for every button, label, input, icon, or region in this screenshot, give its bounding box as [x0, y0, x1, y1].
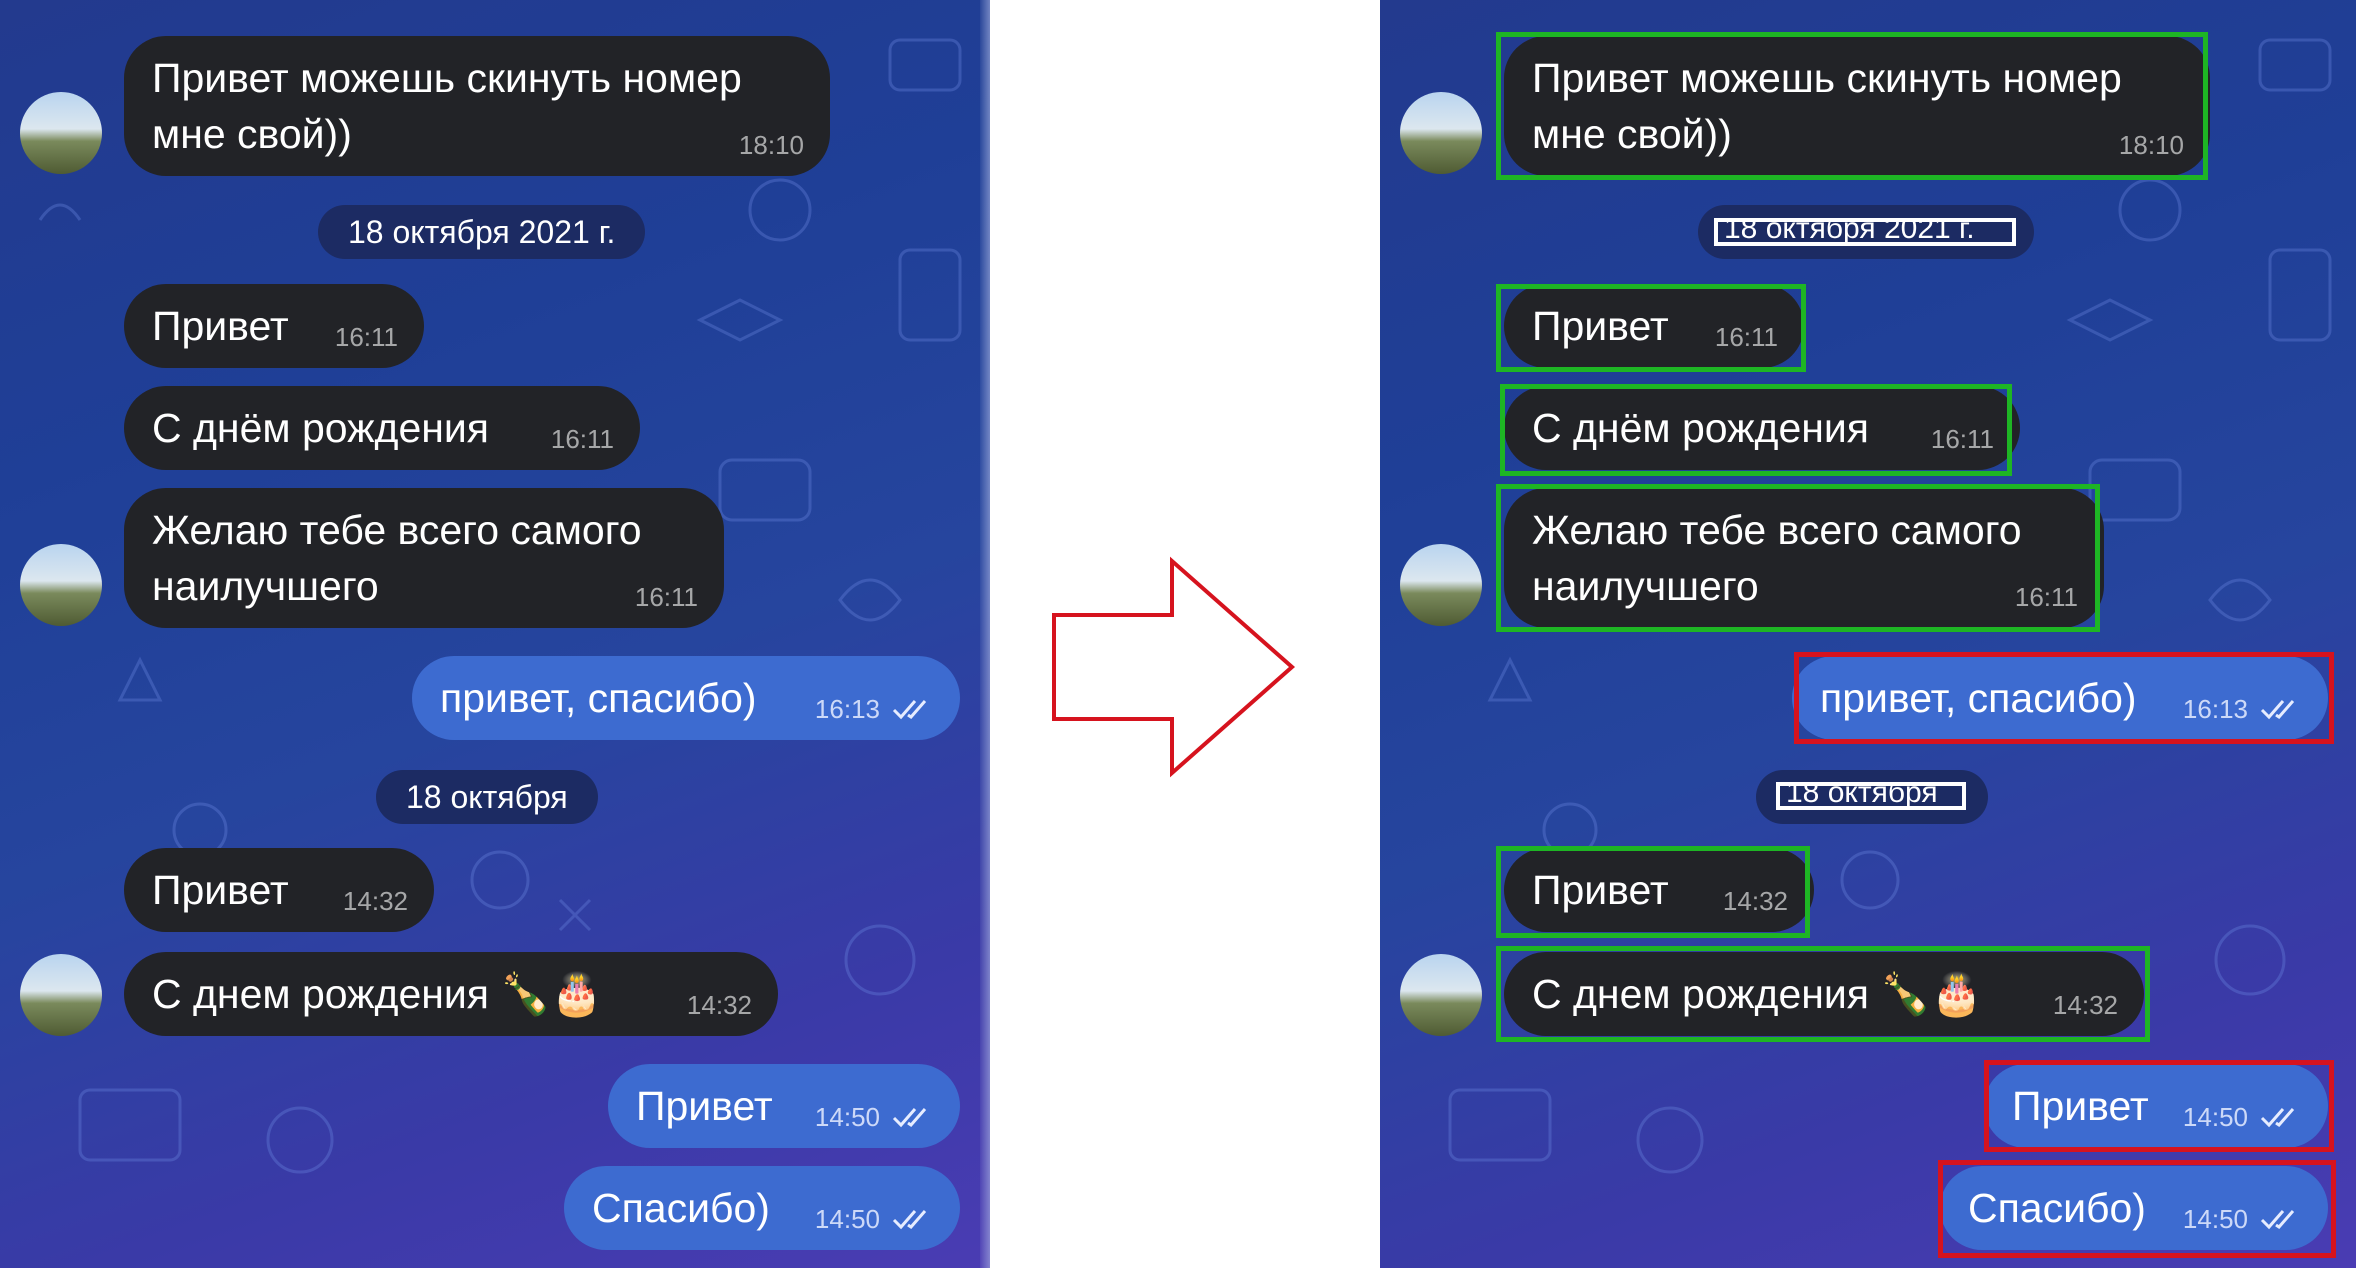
highlight-box-outgoing [1984, 1060, 2334, 1152]
message-text: Привет [636, 1083, 773, 1129]
scrollbar[interactable] [980, 0, 990, 1268]
message-outgoing[interactable]: Привет 14:50 [608, 1064, 960, 1148]
message-incoming[interactable]: Привет 16:11 [124, 284, 424, 368]
message-incoming[interactable]: С днём рождения 16:11 [124, 386, 640, 470]
message-time: 14:50 [814, 1204, 880, 1234]
redacted-date: 18 октября [1776, 782, 1966, 810]
message-text: С днем рождения 🍾🎂 [152, 971, 603, 1017]
highlight-box-incoming [1500, 384, 2012, 476]
message-time: 16:13 [814, 694, 880, 724]
avatar[interactable] [20, 92, 102, 174]
message-time: 14:50 [814, 1102, 880, 1132]
chat-panel-annotated: Привет можешь скинуть номер мне свой)) 1… [1380, 0, 2356, 1268]
avatar[interactable] [1400, 954, 1482, 1036]
message-text: С днём рождения [152, 405, 489, 451]
avatar[interactable] [20, 544, 102, 626]
date-separator: 18 октября 2021 г. [318, 205, 646, 259]
message-time: 16:11 [334, 322, 398, 352]
message-text: Привет можешь скинуть номер мне свой)) [152, 55, 742, 157]
highlight-box-outgoing [1938, 1160, 2336, 1258]
message-text: Желаю тебе всего самого наилучшего [152, 507, 642, 609]
message-text: Привет [152, 303, 289, 349]
redacted-date-text: 18 октября [1786, 782, 1938, 809]
message-incoming[interactable]: Привет можешь скинуть номер мне свой)) 1… [124, 36, 830, 176]
highlight-box-incoming [1496, 484, 2100, 632]
avatar[interactable] [1400, 544, 1482, 626]
message-text: Спасибо) [592, 1185, 770, 1231]
double-check-icon [892, 1108, 927, 1128]
chat-panel-original: Привет можешь скинуть номер мне свой)) 1… [0, 0, 990, 1268]
message-incoming[interactable]: С днем рождения 🍾🎂 14:32 [124, 952, 778, 1036]
message-outgoing[interactable]: привет, спасибо) 16:13 [412, 656, 960, 740]
double-check-icon [892, 700, 927, 720]
right-arrow-icon [1052, 556, 1296, 778]
message-time: 14:32 [342, 886, 408, 916]
highlight-box-incoming [1496, 32, 2208, 180]
highlight-box-outgoing [1794, 652, 2334, 744]
avatar[interactable] [20, 954, 102, 1036]
avatar[interactable] [1400, 92, 1482, 174]
message-time: 16:11 [634, 582, 698, 612]
message-incoming[interactable]: Желаю тебе всего самого наилучшего 16:11 [124, 488, 724, 628]
message-text: Привет [152, 867, 289, 913]
redacted-date: 18 октября 2021 г. [1714, 218, 2016, 246]
highlight-box-incoming [1496, 946, 2150, 1042]
highlight-box-incoming [1496, 284, 1806, 372]
message-time: 16:11 [550, 424, 614, 454]
date-separator: 18 октября [376, 770, 598, 824]
message-time: 14:32 [686, 990, 752, 1020]
message-outgoing[interactable]: Спасибо) 14:50 [564, 1166, 960, 1250]
highlight-box-incoming [1496, 846, 1810, 938]
message-time: 18:10 [738, 130, 804, 160]
message-text: привет, спасибо) [440, 675, 757, 721]
double-check-icon [892, 1210, 927, 1230]
message-incoming[interactable]: Привет 14:32 [124, 848, 434, 932]
redacted-date-text: 18 октября 2021 г. [1724, 218, 1975, 245]
